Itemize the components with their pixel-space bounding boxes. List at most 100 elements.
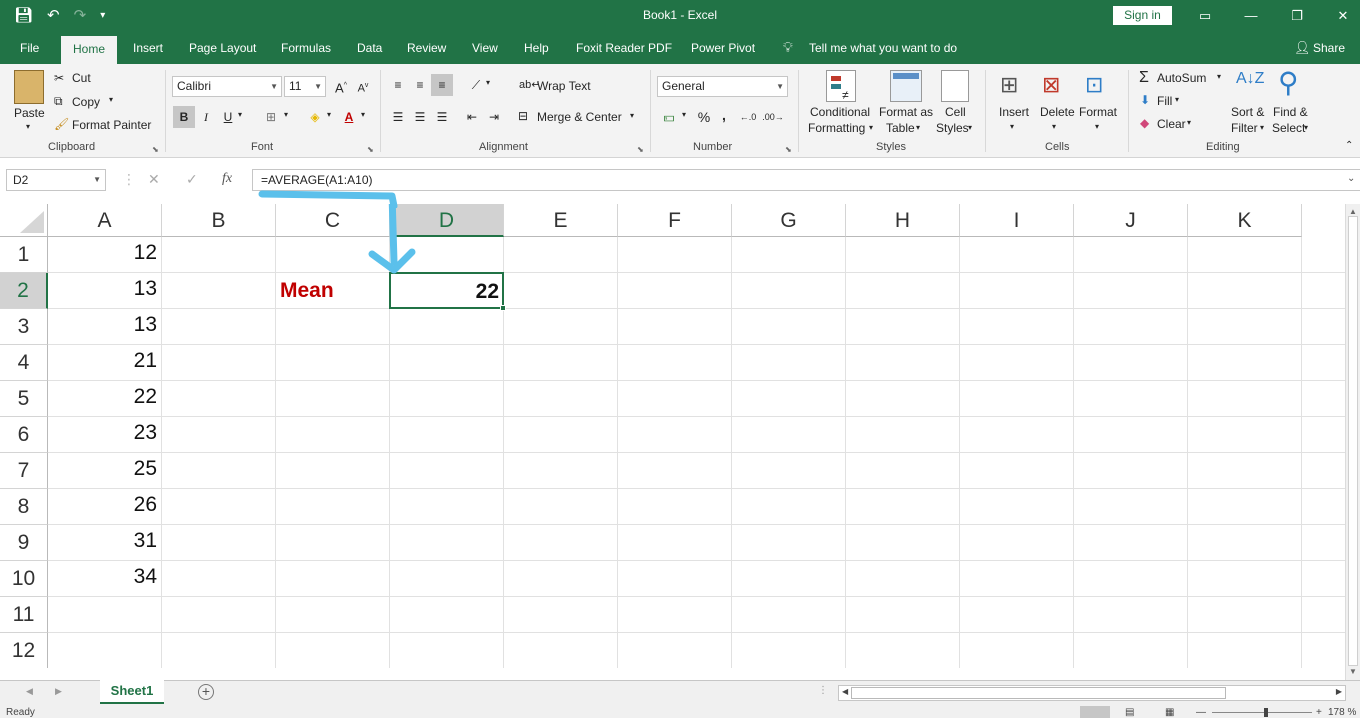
find-dropdown-icon[interactable]: ▾: [1304, 123, 1308, 132]
tab-file[interactable]: File: [20, 41, 39, 55]
zoom-level[interactable]: 178 %: [1328, 706, 1356, 718]
tab-review[interactable]: Review: [407, 41, 446, 55]
orientation-icon[interactable]: ⟋: [465, 74, 487, 96]
font-color-dropdown-icon[interactable]: ▾: [361, 110, 365, 119]
scroll-down-icon[interactable]: ▼: [1349, 667, 1357, 676]
conditional-formatting-label-1[interactable]: Conditional: [810, 105, 870, 119]
add-sheet-icon[interactable]: +: [198, 684, 214, 700]
zoom-slider-thumb[interactable]: [1264, 708, 1268, 717]
format-painter-button[interactable]: Format Painter: [72, 118, 151, 132]
font-name-combo[interactable]: Calibri ▼: [172, 76, 282, 97]
normal-view-icon[interactable]: [1080, 706, 1110, 718]
cut-button[interactable]: Cut: [72, 71, 91, 85]
fill-color-icon[interactable]: ◈: [304, 106, 326, 128]
clear-button[interactable]: Clear: [1157, 117, 1186, 131]
format-cells-button[interactable]: Format: [1079, 105, 1117, 119]
decrease-indent-icon[interactable]: ⇤: [461, 106, 483, 128]
autosum-button[interactable]: AutoSum: [1157, 71, 1206, 85]
vertical-scroll-thumb[interactable]: [1348, 216, 1358, 666]
next-sheet-icon[interactable]: ▶: [55, 686, 62, 697]
fill-button[interactable]: Fill: [1157, 94, 1172, 108]
tab-insert[interactable]: Insert: [133, 41, 163, 55]
insert-cells-button[interactable]: Insert: [999, 105, 1029, 119]
scroll-left-icon[interactable]: ◀: [842, 687, 848, 696]
grow-font-icon[interactable]: A^: [330, 75, 352, 97]
sort-dropdown-icon[interactable]: ▾: [1260, 123, 1264, 132]
conditional-formatting-label-2[interactable]: Formatting: [808, 121, 865, 135]
currency-dropdown-icon[interactable]: ▾: [682, 110, 686, 119]
tab-foxit[interactable]: Foxit Reader PDF: [576, 41, 672, 55]
italic-button[interactable]: I: [195, 106, 217, 128]
comma-button[interactable]: ,: [713, 104, 735, 126]
cell-styles-dropdown-icon[interactable]: ▾: [968, 123, 972, 132]
conditional-dropdown-icon[interactable]: ▾: [869, 123, 873, 132]
currency-icon[interactable]: 💵︎: [658, 106, 680, 128]
restore-icon[interactable]: ❐: [1287, 6, 1307, 26]
cell-styles-label-1[interactable]: Cell: [945, 105, 966, 119]
share-button[interactable]: Share: [1313, 41, 1345, 55]
horizontal-scrollbar[interactable]: ◀ ▶: [838, 685, 1346, 701]
bottom-align-icon[interactable]: ≡: [431, 74, 453, 96]
delete-cells-button[interactable]: Delete: [1040, 105, 1075, 119]
decrease-decimal-icon[interactable]: .00→: [762, 106, 784, 128]
format-dropdown-icon[interactable]: ▾: [1095, 122, 1099, 131]
collapse-ribbon-icon[interactable]: ⌃: [1345, 140, 1353, 151]
sort-filter-label-1[interactable]: Sort &: [1231, 105, 1264, 119]
tab-power-pivot[interactable]: Power Pivot: [691, 41, 755, 55]
insert-dropdown-icon[interactable]: ▾: [1010, 122, 1014, 131]
borders-dropdown-icon[interactable]: ▾: [284, 110, 288, 119]
tab-view[interactable]: View: [472, 41, 498, 55]
number-format-combo[interactable]: General ▼: [657, 76, 788, 97]
font-size-combo[interactable]: 11 ▼: [284, 76, 326, 97]
tab-split-icon[interactable]: ⋮: [818, 685, 828, 696]
shrink-font-icon[interactable]: Av: [352, 75, 374, 97]
tab-formulas[interactable]: Formulas: [281, 41, 331, 55]
format-as-table-label-1[interactable]: Format as: [879, 105, 933, 119]
zoom-slider[interactable]: [1212, 712, 1312, 713]
format-as-table-label-2[interactable]: Table: [886, 121, 915, 135]
wrap-text-button[interactable]: Wrap Text: [537, 79, 591, 93]
underline-dropdown-icon[interactable]: ▾: [238, 110, 242, 119]
zoom-in-icon[interactable]: +: [1316, 706, 1322, 718]
tell-me-input[interactable]: Tell me what you want to do: [809, 41, 957, 55]
fill-dropdown-icon[interactable]: ▾: [1175, 95, 1179, 104]
prev-sheet-icon[interactable]: ◀: [26, 686, 33, 697]
top-align-icon[interactable]: ≡: [387, 74, 409, 96]
tab-page-layout[interactable]: Page Layout: [189, 41, 256, 55]
scroll-up-icon[interactable]: ▲: [1349, 207, 1357, 216]
delete-dropdown-icon[interactable]: ▾: [1052, 122, 1056, 131]
merge-center-button[interactable]: Merge & Center: [537, 110, 622, 124]
zoom-out-icon[interactable]: —: [1196, 706, 1206, 718]
vertical-scrollbar[interactable]: ▲ ▼: [1345, 204, 1360, 680]
merge-dropdown-icon[interactable]: ▾: [630, 111, 634, 120]
expand-formula-bar-icon[interactable]: ⌄: [1347, 173, 1355, 184]
copy-dropdown-icon[interactable]: ▾: [109, 95, 113, 104]
page-break-view-icon[interactable]: ▦: [1165, 706, 1174, 718]
middle-align-icon[interactable]: ≡: [409, 74, 431, 96]
align-right-icon[interactable]: ☰: [431, 106, 453, 128]
find-select-label-2[interactable]: Select: [1272, 121, 1305, 135]
underline-button[interactable]: U: [217, 106, 239, 128]
ribbon-display-icon[interactable]: ▭: [1195, 6, 1215, 26]
percent-button[interactable]: %: [693, 106, 715, 128]
scroll-right-icon[interactable]: ▶: [1336, 687, 1342, 696]
sort-filter-label-2[interactable]: Filter: [1231, 121, 1258, 135]
alignment-launcher-icon[interactable]: ⬊: [637, 145, 644, 154]
font-launcher-icon[interactable]: ⬊: [367, 145, 374, 154]
format-table-dropdown-icon[interactable]: ▾: [916, 123, 920, 132]
tab-help[interactable]: Help: [524, 41, 549, 55]
autosum-dropdown-icon[interactable]: ▾: [1217, 72, 1221, 81]
number-launcher-icon[interactable]: ⬊: [785, 145, 792, 154]
increase-decimal-icon[interactable]: ←.0: [737, 106, 759, 128]
page-layout-view-icon[interactable]: ▤: [1125, 706, 1134, 718]
tab-home[interactable]: Home: [61, 36, 117, 64]
borders-icon[interactable]: ⊞: [260, 106, 282, 128]
close-icon[interactable]: ✕: [1333, 6, 1353, 26]
paste-button[interactable]: Paste: [14, 106, 45, 120]
minimize-icon[interactable]: —: [1241, 6, 1261, 26]
fill-color-dropdown-icon[interactable]: ▾: [327, 110, 331, 119]
orientation-dropdown-icon[interactable]: ▾: [486, 78, 490, 87]
tab-data[interactable]: Data: [357, 41, 382, 55]
align-left-icon[interactable]: ☰: [387, 106, 409, 128]
clear-dropdown-icon[interactable]: ▾: [1187, 118, 1191, 127]
